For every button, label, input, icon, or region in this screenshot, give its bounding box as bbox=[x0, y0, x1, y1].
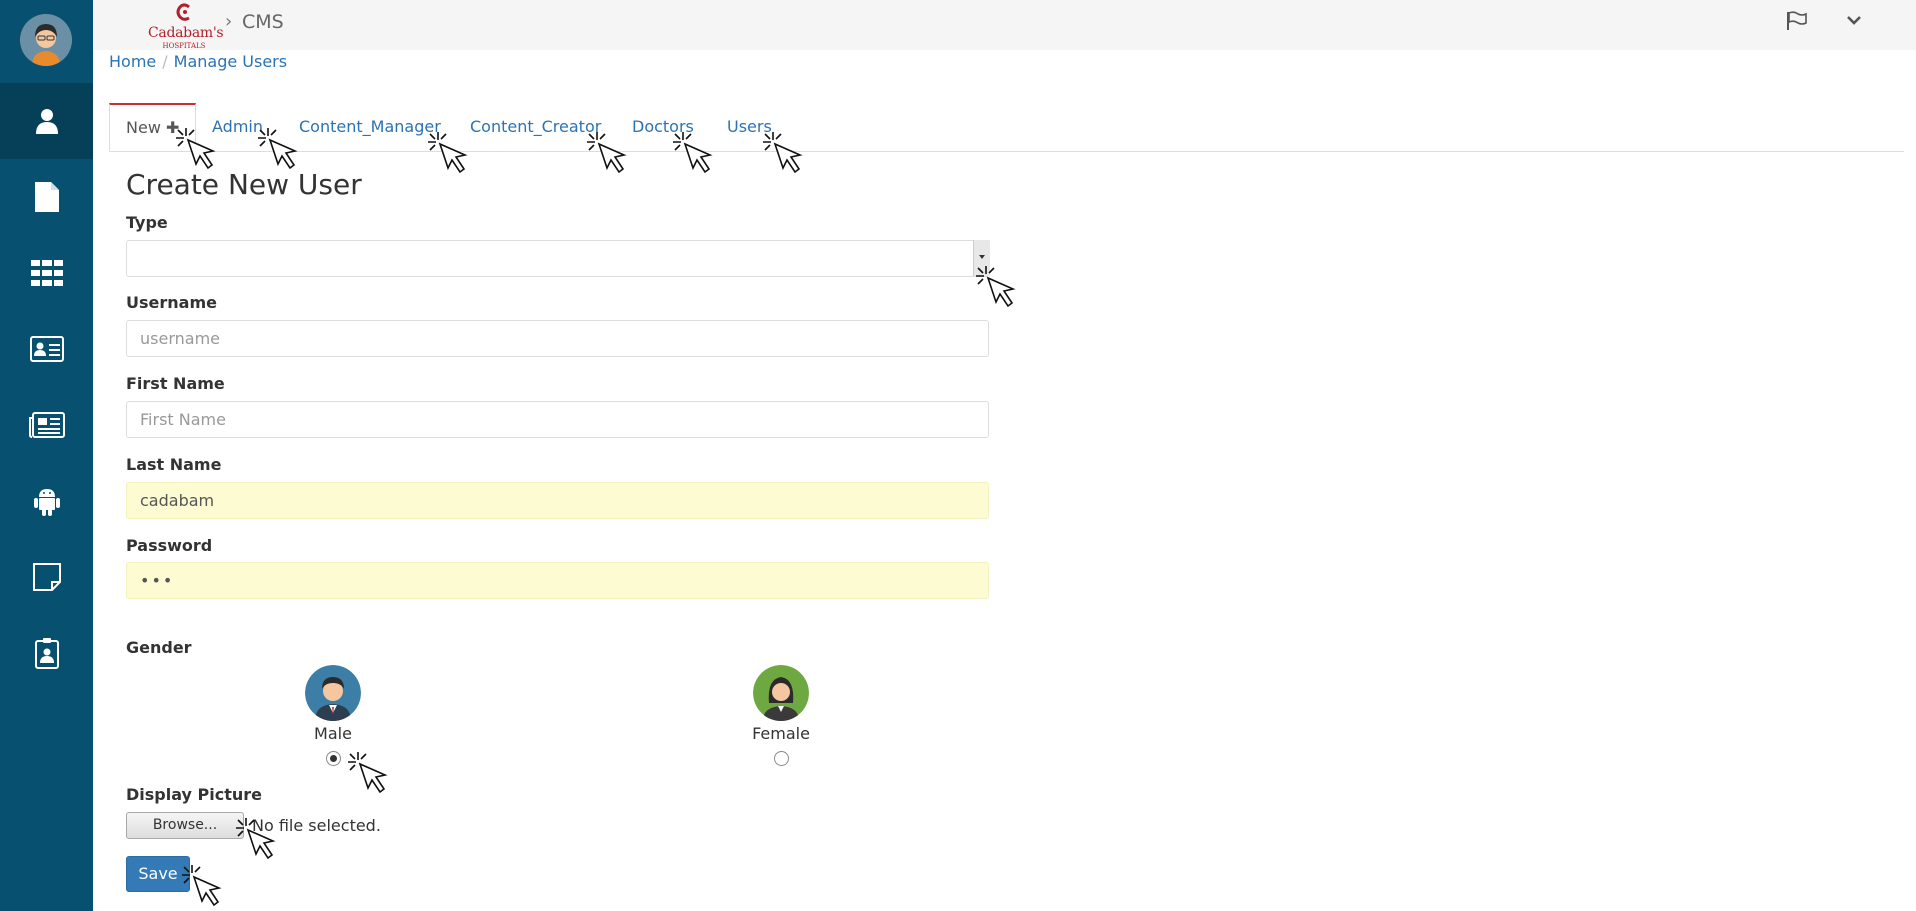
male-avatar-icon bbox=[305, 665, 361, 721]
top-bar bbox=[93, 0, 1916, 50]
chevron-right-icon: › bbox=[225, 11, 233, 32]
password-input[interactable]: ••• bbox=[126, 562, 989, 599]
newspaper-icon bbox=[28, 412, 65, 438]
click-cursor-icon bbox=[236, 818, 276, 860]
click-cursor-icon bbox=[182, 865, 222, 907]
user-avatar[interactable] bbox=[20, 14, 72, 66]
user-icon bbox=[35, 109, 58, 134]
sidebar-item-grid[interactable] bbox=[0, 235, 93, 311]
click-cursor-icon bbox=[176, 128, 216, 170]
grid-icon bbox=[30, 260, 63, 286]
username-label: Username bbox=[126, 293, 217, 312]
click-cursor-icon bbox=[976, 266, 1016, 308]
sidebar-item-notes[interactable] bbox=[0, 539, 93, 615]
gender-male-label: Male bbox=[314, 724, 352, 743]
gender-male-radio[interactable] bbox=[325, 751, 341, 766]
breadcrumb-current[interactable]: Manage Users bbox=[174, 52, 287, 71]
click-cursor-icon bbox=[428, 132, 468, 174]
first-name-input[interactable] bbox=[126, 401, 989, 438]
file-icon bbox=[34, 182, 59, 212]
sidebar-item-badge[interactable] bbox=[0, 615, 93, 691]
sidebar-item-pages[interactable] bbox=[0, 159, 93, 235]
chevron-down-icon[interactable] bbox=[1846, 12, 1862, 32]
sidebar bbox=[0, 0, 93, 911]
flag-icon[interactable] bbox=[1786, 11, 1808, 35]
browse-button[interactable]: Browse... bbox=[126, 812, 244, 839]
user-tabs: New ✚ Admin Content_Manager Content_Crea… bbox=[109, 103, 1904, 152]
id-badge-icon bbox=[34, 638, 59, 669]
sidebar-item-users[interactable] bbox=[0, 83, 93, 159]
click-cursor-icon bbox=[587, 132, 627, 174]
gender-female-radio[interactable] bbox=[773, 751, 789, 766]
gender-option-female[interactable]: Female bbox=[721, 665, 841, 766]
last-name-input[interactable] bbox=[126, 482, 989, 519]
brand-sub: HOSPITALS bbox=[162, 42, 206, 50]
brand-word: Cadabam's bbox=[148, 25, 224, 41]
click-cursor-icon bbox=[763, 132, 803, 174]
breadcrumb-home[interactable]: Home bbox=[109, 52, 156, 71]
breadcrumb: Home / Manage Users bbox=[109, 52, 287, 71]
logo-mark-icon bbox=[176, 3, 190, 21]
id-card-icon bbox=[29, 336, 64, 362]
section-title: CMS bbox=[242, 11, 284, 33]
note-icon bbox=[32, 563, 61, 591]
type-label: Type bbox=[126, 213, 168, 232]
gender-label: Gender bbox=[126, 638, 192, 657]
page-title: Create New User bbox=[126, 168, 362, 201]
tab-content-creator[interactable]: Content_Creator bbox=[470, 104, 601, 150]
sidebar-item-contacts[interactable] bbox=[0, 311, 93, 387]
click-cursor-icon bbox=[258, 128, 298, 170]
type-select[interactable] bbox=[126, 240, 989, 277]
sidebar-item-news[interactable] bbox=[0, 387, 93, 463]
display-picture-label: Display Picture bbox=[126, 785, 263, 804]
female-avatar-icon bbox=[753, 665, 809, 721]
tab-content-manager[interactable]: Content_Manager bbox=[299, 104, 441, 150]
android-icon bbox=[33, 489, 60, 516]
breadcrumb-separator: / bbox=[162, 52, 168, 71]
first-name-label: First Name bbox=[126, 374, 225, 393]
sidebar-item-android[interactable] bbox=[0, 463, 93, 539]
click-cursor-icon bbox=[673, 132, 713, 174]
brand-logo[interactable]: Cadabam's HOSPITALS bbox=[148, 3, 224, 50]
last-name-label: Last Name bbox=[126, 455, 222, 474]
password-label: Password bbox=[126, 536, 213, 555]
click-cursor-icon bbox=[348, 752, 388, 794]
gender-female-label: Female bbox=[752, 724, 810, 743]
username-input[interactable] bbox=[126, 320, 989, 357]
